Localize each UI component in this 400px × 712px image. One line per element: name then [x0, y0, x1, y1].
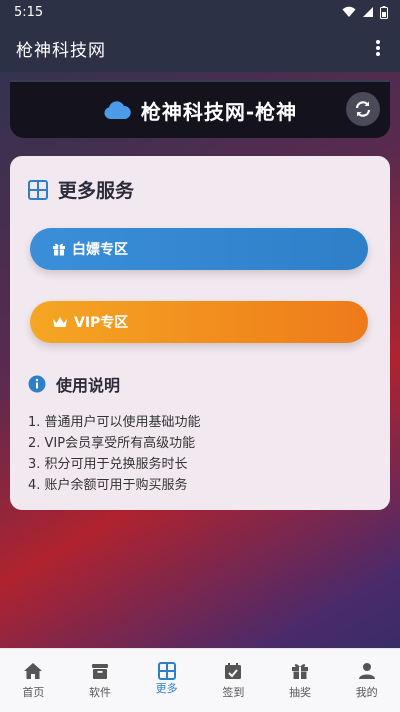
nav-more-label: 更多 [155, 681, 178, 695]
nav-home-label: 首页 [22, 685, 45, 699]
vip-zone-label: VIP专区 [74, 315, 129, 331]
free-zone-button[interactable]: 白嫖专区 [30, 228, 368, 270]
info-icon [28, 375, 46, 393]
nav-home[interactable]: 首页 [0, 649, 67, 712]
box-icon [92, 663, 108, 679]
nav-software-label: 软件 [89, 685, 111, 699]
nav-profile[interactable]: 我的 [333, 649, 400, 712]
nav-lottery-label: 抽奖 [289, 685, 312, 699]
battery-icon [380, 5, 388, 19]
wifi-icon [342, 6, 356, 17]
usage-item: 3. 积分可用于兑换服务时长 [28, 457, 188, 472]
app-title: 枪神科技网 [16, 40, 106, 61]
status-icons [342, 5, 388, 19]
refresh-icon [355, 101, 371, 117]
grid-icon [28, 179, 48, 200]
refresh-button[interactable] [346, 92, 380, 126]
nav-checkin-label: 签到 [222, 685, 245, 699]
nav-profile-label: 我的 [355, 685, 378, 699]
nav-lottery[interactable]: 抽奖 [267, 649, 334, 712]
bottom-nav: 首页 软件 更多 签到 抽奖 我的 [0, 648, 400, 712]
header-card: 枪神科技网-枪神 [10, 80, 390, 138]
usage-list: 1. 普通用户可以使用基础功能 2. VIP会员享受所有高级功能 3. 积分可用… [28, 412, 201, 496]
services-title: 更多服务 [58, 180, 135, 202]
usage-item: 1. 普通用户可以使用基础功能 [28, 415, 201, 430]
cloud-icon [104, 101, 131, 119]
nav-more[interactable]: 更多 [133, 649, 200, 712]
signal-icon [363, 7, 373, 17]
header-title: 枪神科技网-枪神 [140, 99, 298, 124]
usage-item: 2. VIP会员享受所有高级功能 [28, 436, 196, 451]
app-bar: 枪神科技网 [0, 24, 400, 72]
usage-item: 4. 账户余额可用于购买服务 [28, 478, 188, 493]
services-card: 更多服务 白嫖专区 VIP专区 使用说明 1. 普通用户可以使用基础功能 2. … [10, 156, 390, 510]
more-vert-icon[interactable] [370, 38, 386, 58]
nav-software[interactable]: 软件 [67, 649, 134, 712]
crown-icon [53, 317, 67, 327]
free-zone-label: 白嫖专区 [72, 242, 128, 258]
grid-icon [157, 661, 176, 680]
usage-header: 使用说明 [28, 372, 120, 396]
status-time: 5:15 [14, 4, 44, 20]
services-header: 更多服务 [28, 176, 372, 203]
header-title-wrap: 枪神科技网-枪神 [103, 96, 297, 125]
vip-zone-button[interactable]: VIP专区 [30, 301, 368, 343]
status-bar: 5:15 [0, 0, 400, 24]
home-icon [24, 662, 43, 679]
gift-icon [292, 663, 309, 679]
usage-title: 使用说明 [56, 376, 121, 395]
gift-icon [53, 243, 65, 256]
nav-checkin[interactable]: 签到 [200, 649, 267, 712]
calendar-check-icon [225, 662, 242, 679]
user-icon [358, 662, 375, 679]
